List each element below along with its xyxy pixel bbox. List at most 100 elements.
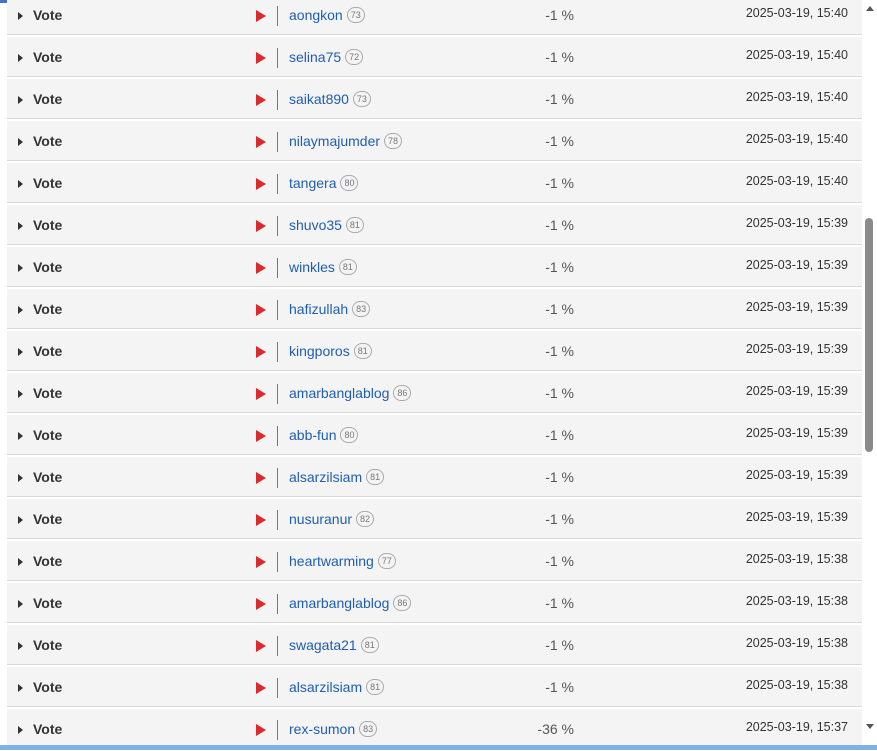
caret-right-icon[interactable] [18,264,23,272]
username-link[interactable]: nusuranur 82 [289,511,375,527]
reputation-badge: 77 [377,553,396,569]
username-link[interactable]: hafizullah 83 [289,301,371,317]
username[interactable]: heartwarming [289,553,374,569]
vote-percent: -1 % [545,637,574,653]
username-link[interactable]: kingporos 81 [289,343,372,359]
operation-type: Vote [33,343,63,359]
username-link[interactable]: shuvo35 81 [289,217,364,233]
caret-right-icon[interactable] [18,516,23,524]
username-link[interactable]: abb-fun 80 [289,427,359,443]
username-link[interactable]: nilaymajumder 78 [289,133,403,149]
list-item[interactable]: Vote hafizullah 83 -1 % 2025-03-19, 15:39 [7,289,862,329]
divider [277,342,278,362]
operation-type: Vote [33,511,63,527]
red-arrow-icon [256,178,266,190]
username[interactable]: hafizullah [289,301,348,317]
username[interactable]: shuvo35 [289,217,342,233]
username-link[interactable]: alsarzilsiam 81 [289,469,385,485]
scroll-thumb[interactable] [865,218,873,452]
caret-right-icon[interactable] [18,96,23,104]
vote-percent: -1 % [545,553,574,569]
list-item[interactable]: Vote kingporos 81 -1 % 2025-03-19, 15:39 [7,331,862,371]
red-arrow-icon [256,136,266,148]
list-item[interactable]: Vote swagata21 81 -1 % 2025-03-19, 15:38 [7,625,862,665]
username-link[interactable]: alsarzilsiam 81 [289,679,385,695]
username-link[interactable]: saikat890 73 [289,91,371,107]
divider [277,426,278,446]
list-item[interactable]: Vote tangera 80 -1 % 2025-03-19, 15:40 [7,163,862,203]
list-item[interactable]: Vote nilaymajumder 78 -1 % 2025-03-19, 15:40 [7,121,862,161]
operation-type: Vote [33,91,63,107]
timestamp: 2025-03-19, 15:39 [745,384,848,398]
username[interactable]: nusuranur [289,511,352,527]
reputation-badge: 81 [353,343,372,359]
caret-right-icon[interactable] [18,222,23,230]
divider [277,132,278,152]
scrollbar[interactable] [862,0,877,745]
list-item[interactable]: Vote amarbanglablog 86 -1 % 2025-03-19, 15:3… [7,373,862,413]
username[interactable]: kingporos [289,343,350,359]
list-item[interactable]: Vote rex-sumon 83 -36 % 2025-03-19, 15:37 [7,709,862,749]
caret-right-icon[interactable] [18,558,23,566]
username[interactable]: rex-sumon [289,721,355,737]
username[interactable]: alsarzilsiam [289,469,362,485]
username-link[interactable]: swagata21 81 [289,637,379,653]
list-item[interactable]: Vote nusuranur 82 -1 % 2025-03-19, 15:39 [7,499,862,539]
username-link[interactable]: heartwarming 77 [289,553,396,569]
vote-percent: -1 % [545,259,574,275]
username-link[interactable]: selina75 72 [289,49,364,65]
red-arrow-icon [256,52,266,64]
list-item[interactable]: Vote abb-fun 80 -1 % 2025-03-19, 15:39 [7,415,862,455]
list-item[interactable]: Vote aongkon 73 -1 % 2025-03-19, 15:40 [7,0,862,35]
caret-right-icon[interactable] [18,348,23,356]
red-arrow-icon [256,556,266,568]
username[interactable]: amarbanglablog [289,595,389,611]
vote-percent: -1 % [545,133,574,149]
username-link[interactable]: amarbanglablog 86 [289,385,412,401]
scroll-down-arrow-icon[interactable] [866,724,874,729]
caret-right-icon[interactable] [18,306,23,314]
username-link[interactable]: tangera 80 [289,175,359,191]
caret-right-icon[interactable] [18,54,23,62]
list-item[interactable]: Vote alsarzilsiam 81 -1 % 2025-03-19, 15:38 [7,667,862,707]
timestamp: 2025-03-19, 15:40 [745,174,848,188]
username[interactable]: nilaymajumder [289,133,380,149]
list-item[interactable]: Vote amarbanglablog 86 -1 % 2025-03-19, 15:3… [7,583,862,623]
username[interactable]: winkles [289,259,335,275]
red-arrow-icon [256,514,266,526]
username[interactable]: tangera [289,175,336,191]
red-arrow-icon [256,472,266,484]
caret-right-icon[interactable] [18,390,23,398]
username[interactable]: alsarzilsiam [289,679,362,695]
divider [277,594,278,614]
caret-right-icon[interactable] [18,684,23,692]
red-arrow-icon [256,640,266,652]
username-link[interactable]: rex-sumon 83 [289,721,378,737]
list-item[interactable]: Vote heartwarming 77 -1 % 2025-03-19, 15:38 [7,541,862,581]
list-item[interactable]: Vote saikat890 73 -1 % 2025-03-19, 15:40 [7,79,862,119]
caret-right-icon[interactable] [18,642,23,650]
username-link[interactable]: amarbanglablog 86 [289,595,412,611]
list-item[interactable]: Vote winkles 81 -1 % 2025-03-19, 15:39 [7,247,862,287]
username[interactable]: saikat890 [289,91,349,107]
timestamp: 2025-03-19, 15:38 [745,594,848,608]
caret-right-icon[interactable] [18,180,23,188]
list-item[interactable]: Vote selina75 72 -1 % 2025-03-19, 15:40 [7,37,862,77]
caret-right-icon[interactable] [18,600,23,608]
scroll-up-arrow-icon[interactable] [866,6,874,11]
username-link[interactable]: winkles 81 [289,259,357,275]
username[interactable]: abb-fun [289,427,336,443]
username[interactable]: swagata21 [289,637,357,653]
username[interactable]: selina75 [289,49,341,65]
username[interactable]: amarbanglablog [289,385,389,401]
caret-right-icon[interactable] [18,138,23,146]
caret-right-icon[interactable] [18,12,23,20]
caret-right-icon[interactable] [18,726,23,734]
list-item[interactable]: Vote alsarzilsiam 81 -1 % 2025-03-19, 15:39 [7,457,862,497]
username[interactable]: aongkon [289,7,343,23]
caret-right-icon[interactable] [18,432,23,440]
caret-right-icon[interactable] [18,474,23,482]
username-link[interactable]: aongkon 73 [289,7,365,23]
divider [277,90,278,110]
list-item[interactable]: Vote shuvo35 81 -1 % 2025-03-19, 15:39 [7,205,862,245]
